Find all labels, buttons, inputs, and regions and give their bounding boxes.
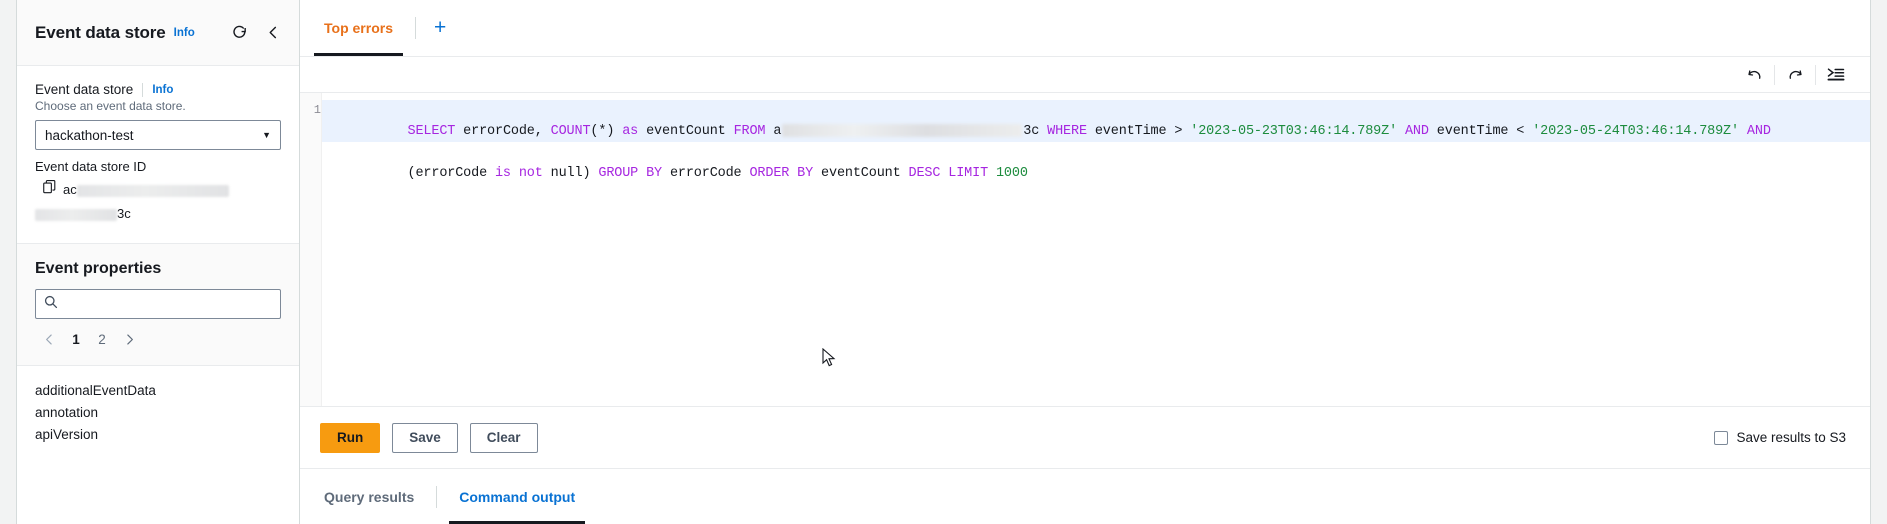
- sidebar-title: Event data store: [35, 22, 166, 42]
- tab-command-output[interactable]: Command output: [437, 469, 597, 524]
- event-properties-list: additionalEventData annotation apiVersio…: [17, 366, 299, 524]
- pagination-page-1[interactable]: 1: [65, 327, 87, 351]
- redacted-id-part-1: [76, 184, 229, 197]
- search-icon: [44, 295, 58, 314]
- sql-token: null): [542, 166, 599, 181]
- event-data-store-id-row: ac: [35, 179, 281, 201]
- chevron-left-icon[interactable]: [263, 23, 283, 43]
- line-number: 1: [313, 103, 321, 117]
- clear-button[interactable]: Clear: [469, 422, 538, 453]
- event-data-store-select-value: hackathon-test: [45, 127, 134, 143]
- save-results-to-s3-label: Save results to S3: [1736, 430, 1846, 445]
- sql-query-text[interactable]: SELECT errorCode, COUNT(*) as eventCount…: [322, 93, 1870, 205]
- sql-token: eventTime <: [1428, 124, 1533, 139]
- sql-token: ORDER BY: [749, 166, 814, 181]
- event-data-store-id-value-2: 3c: [35, 203, 131, 225]
- editor-toolbar: [300, 57, 1870, 93]
- sql-token: errorCode: [662, 166, 750, 181]
- sql-token: '2023-05-23T03:46:14.789Z': [1190, 124, 1398, 139]
- event-data-store-selector-section: Event data store Info Choose an event da…: [17, 66, 299, 244]
- save-button[interactable]: Save: [392, 422, 458, 453]
- event-data-store-id-value: ac: [63, 179, 229, 201]
- event-properties-section: Event properties 1 2: [17, 244, 299, 366]
- tab-command-output-label: Command output: [459, 488, 576, 505]
- sql-token: GROUP BY: [598, 166, 662, 181]
- run-button[interactable]: Run: [320, 422, 381, 453]
- sidebar-header: Event data store Info: [17, 0, 299, 66]
- sql-editor-area[interactable]: 1 SELECT errorCode, COUNT(*) as eventCou…: [300, 93, 1870, 406]
- sidebar-info-link[interactable]: Info: [174, 27, 195, 39]
- event-data-store-id-row-2: 3c: [35, 203, 281, 225]
- tab-query-results-label: Query results: [324, 488, 415, 505]
- sql-token: 1000: [995, 166, 1028, 181]
- sql-line-1: SELECT errorCode, COUNT(*) as eventCount…: [407, 123, 1771, 139]
- sql-token: a: [765, 124, 782, 139]
- sql-token: SELECT: [407, 124, 456, 139]
- pagination-next-icon[interactable]: [117, 327, 141, 351]
- label-divider: [142, 82, 144, 97]
- sql-token: COUNT: [550, 124, 591, 139]
- list-item[interactable]: annotation: [35, 402, 281, 424]
- event-properties-pagination: 1 2: [35, 327, 281, 351]
- redo-icon[interactable]: [1775, 61, 1815, 89]
- event-data-store-sidebar: Event data store Info Event data store I…: [16, 0, 300, 524]
- sql-token: FROM: [733, 124, 766, 139]
- sql-token: errorCode,: [455, 124, 551, 139]
- editor-tab-bar: Top errors +: [300, 0, 1870, 57]
- event-properties-search-box[interactable]: [35, 289, 281, 319]
- pagination-prev-icon[interactable]: [37, 327, 61, 351]
- sql-line-2: (errorCode is not null) GROUP BY errorCo…: [408, 166, 1028, 181]
- sql-token: AND: [1746, 124, 1771, 139]
- datastore-description: Choose an event data store.: [35, 99, 186, 113]
- results-tab-bar: Query results Command output: [300, 468, 1870, 524]
- page-right-gutter: [1871, 0, 1887, 524]
- sql-token: as: [622, 124, 639, 139]
- event-data-store-id-label: Event data store ID: [35, 159, 147, 174]
- editor-code-wrap[interactable]: SELECT errorCode, COUNT(*) as eventCount…: [322, 93, 1870, 406]
- save-results-to-s3-checkbox[interactable]: Save results to S3: [1714, 430, 1846, 445]
- sql-token: DESC LIMIT: [908, 166, 989, 181]
- sql-token: eventCount: [638, 124, 734, 139]
- tab-top-errors[interactable]: Top errors: [302, 0, 415, 56]
- query-editor-page: Event data store Info Event data store I…: [0, 0, 1887, 524]
- sql-token: eventCount: [813, 166, 909, 181]
- list-item[interactable]: apiVersion: [35, 424, 281, 446]
- undo-icon[interactable]: [1734, 61, 1774, 89]
- datastore-field-label-row: Event data store Info: [35, 82, 281, 97]
- sql-token: (*): [590, 124, 623, 139]
- event-data-store-select[interactable]: hackathon-test ▼: [35, 120, 281, 150]
- copy-icon[interactable]: [43, 180, 56, 199]
- editor-action-bar: Run Save Clear Save results to S3: [300, 406, 1870, 468]
- redacted-id-part-2: [35, 208, 117, 221]
- datastore-field-label: Event data store: [35, 82, 134, 97]
- event-properties-title: Event properties: [35, 260, 162, 277]
- sql-token: 3c: [1023, 124, 1048, 139]
- sidebar-header-actions: [229, 23, 283, 43]
- pagination-page-2[interactable]: 2: [91, 327, 113, 351]
- query-editor-main: Top errors + 1 SELECT errorCode, COUNT(*…: [300, 0, 1871, 524]
- sql-token: eventTime >: [1086, 124, 1191, 139]
- refresh-icon[interactable]: [229, 23, 249, 43]
- sql-token: '2023-05-24T03:46:14.789Z': [1532, 124, 1739, 139]
- datastore-info-link[interactable]: Info: [152, 84, 173, 96]
- redacted-table-name: [782, 123, 1023, 137]
- sql-token: WHERE: [1047, 124, 1087, 139]
- format-indent-icon[interactable]: [1816, 61, 1856, 89]
- sql-token: (errorCode: [407, 166, 495, 181]
- checkbox-box[interactable]: [1714, 430, 1729, 445]
- list-item[interactable]: additionalEventData: [35, 380, 281, 402]
- tab-query-results[interactable]: Query results: [302, 469, 436, 524]
- sql-token: is not: [494, 166, 543, 181]
- tab-top-errors-label: Top errors: [324, 20, 393, 36]
- chevron-down-icon: ▼: [262, 130, 271, 140]
- editor-line-numbers: 1: [300, 93, 322, 406]
- search-input[interactable]: [65, 295, 272, 313]
- page-left-gutter: [0, 0, 16, 524]
- add-tab-button[interactable]: +: [416, 0, 464, 56]
- sql-token: AND: [1404, 124, 1429, 139]
